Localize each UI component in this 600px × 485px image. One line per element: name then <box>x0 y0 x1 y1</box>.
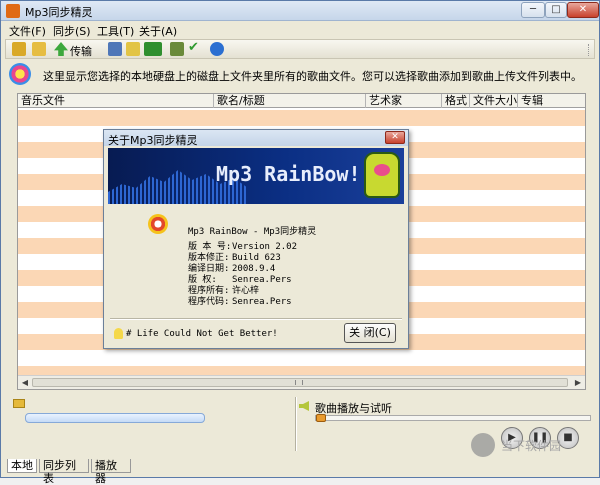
settings-icon[interactable] <box>170 42 184 56</box>
info-key: 编译日期: <box>188 264 230 274</box>
menu-about[interactable]: 关于(A) <box>139 23 177 39</box>
dialog-divider <box>110 318 402 320</box>
about-dialog: 关于Mp3同步精灵 ✕ Mp3 RainBow! Mp3 RainBow - M… <box>103 129 409 349</box>
device-icon[interactable] <box>144 42 162 56</box>
menu-tools[interactable]: 工具(T) <box>97 23 134 39</box>
info-key: 版本修正: <box>188 253 230 263</box>
column-format[interactable]: 格式 <box>442 94 470 108</box>
info-key: 版 权: <box>188 275 217 285</box>
check-icon[interactable]: ✔ <box>188 41 202 56</box>
speaker-icon <box>299 401 309 411</box>
watermark-icon <box>471 433 495 457</box>
slogan: # Life Could Not Get Better! <box>126 329 278 339</box>
new-icon[interactable] <box>12 42 26 56</box>
close-button[interactable]: ✕ <box>567 2 599 18</box>
info-key: 版 本 号: <box>188 242 232 252</box>
info-value: 许心梓 <box>232 286 260 296</box>
info-row: 程序代码: Senrea.Pers <box>188 297 368 308</box>
tab-local[interactable]: 本地 <box>7 459 37 473</box>
info-row: 编译日期: 2008.9.4 <box>188 264 368 275</box>
dialog-title[interactable]: 关于Mp3同步精灵 <box>104 130 408 147</box>
info-text: 这里显示您选择的本地硬盘上的磁盘上文件夹里所有的歌曲文件。您可以选择歌曲添加到歌… <box>43 70 582 83</box>
info-value: Version 2.02 <box>232 242 298 252</box>
dialog-close-icon[interactable]: ✕ <box>385 131 405 144</box>
info-icon[interactable] <box>210 42 224 56</box>
tab-sync-list[interactable]: 同步列表 <box>39 459 89 485</box>
minimize-button[interactable]: ─ <box>521 2 545 18</box>
menu-bar: 文件(F) 同步(S) 工具(T) 关于(A) <box>1 21 599 39</box>
sync-progress-bar <box>25 413 205 423</box>
list-header: 音乐文件 歌名/标题 艺术家 格式 文件大小 专辑 <box>18 94 585 108</box>
info-value: Senrea.Pers <box>232 275 292 285</box>
transfer-label[interactable]: 传输 <box>70 43 92 59</box>
toolbar-grip[interactable] <box>588 44 591 56</box>
info-value: Build 623 <box>232 253 281 263</box>
menu-file[interactable]: 文件(F) <box>9 23 46 39</box>
horizontal-scrollbar[interactable]: ◀ ▶ <box>18 375 585 389</box>
title-bar[interactable]: Mp3同步精灵 ─ □ ✕ <box>1 1 599 21</box>
info-row: 版 本 号:Version 2.02 <box>188 242 368 253</box>
info-value: Senrea.Pers <box>232 297 292 307</box>
column-file-size[interactable]: 文件大小 <box>470 94 518 108</box>
info-row: 版本修正: Build 623 <box>188 253 368 264</box>
lightbulb-icon <box>114 328 123 339</box>
info-key: 程序所有: <box>188 286 230 296</box>
seek-slider[interactable] <box>315 414 591 422</box>
info-bar: 这里显示您选择的本地硬盘上的磁盘上文件夹里所有的歌曲文件。您可以选择歌曲添加到歌… <box>5 61 595 87</box>
menu-sync[interactable]: 同步(S) <box>53 23 91 39</box>
scroll-right-icon[interactable]: ▶ <box>572 377 584 388</box>
open-folder-icon[interactable] <box>32 42 46 56</box>
dialog-banner: Mp3 RainBow! <box>108 148 404 204</box>
transfer-icon[interactable] <box>54 42 68 56</box>
info-key: 程序代码: <box>188 297 230 307</box>
toolbar: 传输 ✔ <box>5 39 595 59</box>
maximize-button[interactable]: □ <box>545 2 567 18</box>
info-row: 程序所有: 许心梓 <box>188 286 368 297</box>
panel-splitter[interactable] <box>295 397 297 451</box>
window-title: Mp3同步精灵 <box>25 6 93 19</box>
column-album[interactable]: 专辑 <box>518 94 585 108</box>
version-info: 版 本 号:Version 2.02 版本修正: Build 623 编译日期: 2… <box>188 242 368 308</box>
tab-player[interactable]: 播放器 <box>91 459 131 485</box>
info-value: 2008.9.4 <box>232 264 276 274</box>
app-icon <box>6 4 20 18</box>
column-artist[interactable]: 艺术家 <box>366 94 442 108</box>
butterfly-icon <box>148 214 168 234</box>
playlist-icon[interactable] <box>126 42 140 56</box>
column-title[interactable]: 歌名/标题 <box>214 94 366 108</box>
star-icon <box>9 63 31 85</box>
app-name: Mp3 RainBow - Mp3同步精灵 <box>188 227 317 237</box>
column-music-file[interactable]: 音乐文件 <box>18 94 214 108</box>
mascot-icon <box>364 152 400 198</box>
banner-title: Mp3 RainBow! <box>216 162 361 186</box>
scroll-thumb[interactable] <box>32 378 568 387</box>
app-window: Mp3同步精灵 ─ □ ✕ 文件(F) 同步(S) 工具(T) 关于(A) 传输… <box>0 0 600 485</box>
dialog-close-button[interactable]: 关 闭(C) <box>344 323 396 343</box>
player-title: 歌曲播放与试听 <box>315 402 392 415</box>
scroll-left-icon[interactable]: ◀ <box>19 377 31 388</box>
info-row: 版 权: Senrea.Pers <box>188 275 368 286</box>
refresh-icon[interactable] <box>108 42 122 56</box>
watermark-text: 当下软件园 <box>501 439 562 453</box>
seek-handle[interactable] <box>316 414 326 422</box>
folder-icon[interactable] <box>13 399 25 408</box>
